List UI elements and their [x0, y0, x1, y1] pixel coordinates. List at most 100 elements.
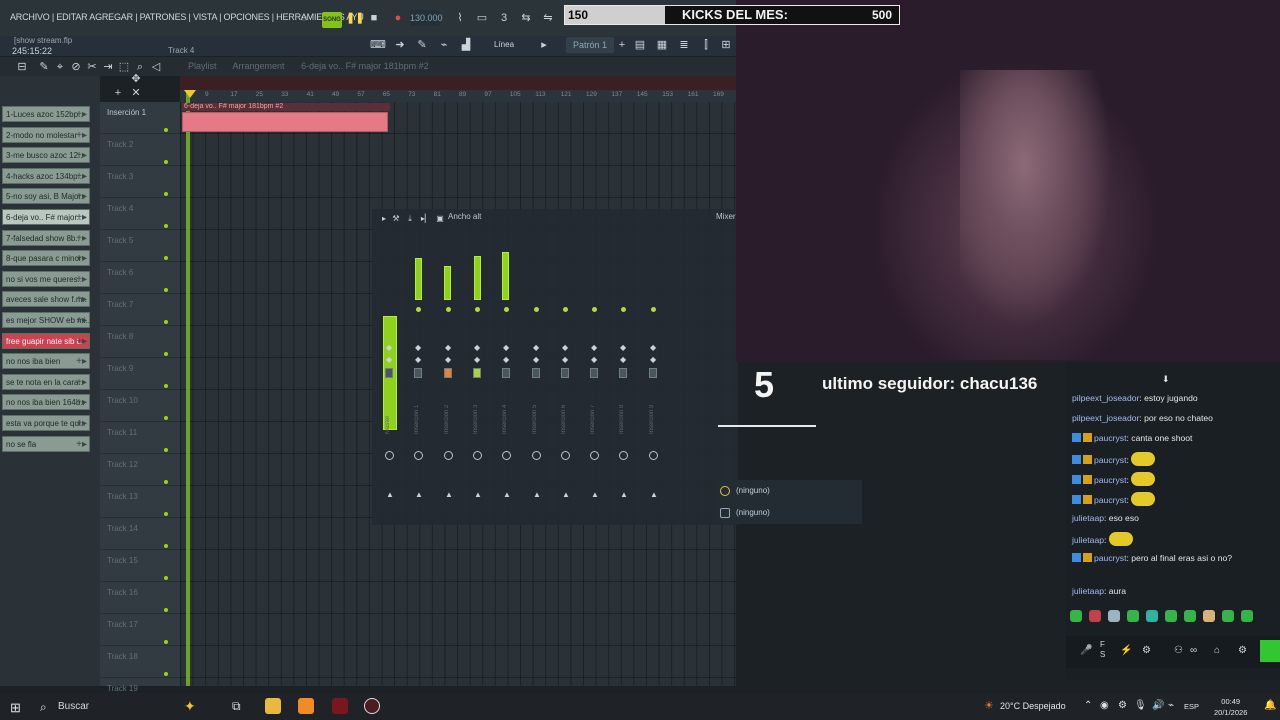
strip-fader[interactable] [619, 368, 627, 378]
strip-arrow-up-icon[interactable]: ◆ [445, 343, 451, 352]
strip-send-arrow-icon[interactable]: ▲ [445, 490, 453, 499]
emote-icon[interactable] [1241, 610, 1253, 622]
store-icon[interactable]: ⌂ [1214, 645, 1220, 656]
strip-arrow-down-icon[interactable]: ◆ [386, 355, 392, 364]
emote-icon[interactable] [1184, 610, 1196, 622]
stamp-icon[interactable]: ▟ [458, 38, 474, 52]
emote-icon[interactable] [1222, 610, 1234, 622]
strip-pan-dot[interactable] [651, 307, 656, 312]
emote-icon[interactable] [1108, 610, 1120, 622]
emote-icon[interactable] [1089, 610, 1101, 622]
strip-arrow-down-icon[interactable]: ◆ [474, 355, 480, 364]
track-header[interactable]: Track 15 [100, 550, 180, 582]
pattern-item[interactable]: no nos iba bien 164b.. +▸ [2, 394, 90, 411]
stop-icon[interactable]: ■ [366, 11, 382, 25]
strip-fader[interactable] [444, 368, 452, 378]
settings-icon[interactable]: ⚙ [1142, 645, 1151, 656]
strip-send-arrow-icon[interactable]: ▲ [620, 490, 628, 499]
strip-arrow-up-icon[interactable]: ◆ [415, 343, 421, 352]
track-header[interactable]: Track 17 [100, 614, 180, 646]
strip-route-icon[interactable] [385, 451, 394, 460]
timeline-ruler[interactable] [180, 76, 736, 90]
add-pattern-icon[interactable]: +▸ [76, 231, 87, 245]
bar-ruler[interactable] [180, 90, 736, 102]
add-pattern-icon[interactable]: +▸ [76, 148, 87, 162]
track-mute-dot[interactable] [164, 576, 168, 580]
add-pattern-icon[interactable]: +▸ [76, 128, 87, 142]
brush-icon[interactable]: ⌁ [436, 38, 452, 52]
tools-slip-icon[interactable]: ⇥ [100, 60, 116, 74]
emote-icon[interactable] [1165, 610, 1177, 622]
mic-icon[interactable]: 🎤 [1080, 645, 1092, 656]
send-slot-2[interactable]: (ninguno) [736, 508, 770, 517]
track-header[interactable]: Track 18 [100, 646, 180, 678]
add-pattern-icon[interactable]: +▸ [76, 210, 87, 224]
tools-delete-icon[interactable]: ⊘ [68, 60, 84, 74]
tools-mute-icon[interactable]: ✂ [84, 60, 100, 74]
track-header[interactable]: Track 11 [100, 422, 180, 454]
playlist-icon[interactable]: ▤ [632, 38, 648, 52]
step-edit-icon[interactable]: ⇆ [518, 11, 534, 25]
track-mute-dot[interactable] [164, 416, 168, 420]
network-icon[interactable]: ⌁ [1168, 700, 1174, 711]
record-icon[interactable]: ● [390, 11, 406, 25]
mixer-layout-label[interactable]: Ancho alt [448, 212, 481, 221]
strip-route-icon[interactable] [414, 451, 423, 460]
link-icon[interactable]: ∞ [1190, 645, 1197, 656]
pattern-item[interactable]: 1-Luces azoc 152bp.. +▸ [2, 106, 90, 122]
countdown-icon[interactable]: 3 [496, 11, 512, 25]
add-pattern-icon[interactable]: +▸ [76, 189, 87, 203]
wait-icon[interactable]: ▭ [474, 11, 490, 25]
taskbar-search[interactable]: Buscar [58, 701, 89, 712]
browser-icon[interactable]: ⊞ [718, 38, 734, 52]
loop-record-icon[interactable]: ⇋ [540, 11, 556, 25]
track-mute-dot[interactable] [164, 384, 168, 388]
pattern-item[interactable]: es mejor SHOW eb mi.. +▸ [2, 312, 90, 328]
pattern-item[interactable]: se te nota en la cara.. +▸ [2, 373, 90, 390]
pattern-item[interactable]: 7-falsedad show 8b.. +▸ [2, 229, 90, 246]
strip-fader[interactable] [473, 368, 481, 378]
strip-arrow-down-icon[interactable]: ◆ [503, 355, 509, 364]
copilot-icon[interactable]: ✦ [184, 698, 196, 715]
track-mute-dot[interactable] [164, 480, 168, 484]
strip-pan-dot[interactable] [621, 307, 626, 312]
track-header[interactable]: Track 3 [100, 166, 180, 198]
strip-arrow-up-icon[interactable]: ◆ [620, 343, 626, 352]
pattern-item[interactable]: 4-hacks azoc 134bp.. +▸ [2, 167, 90, 184]
track-mute-dot[interactable] [164, 256, 168, 260]
strip-fader[interactable] [502, 368, 510, 378]
mixer-icon[interactable]: ⫿ [698, 38, 714, 52]
emote-icon[interactable] [1070, 610, 1082, 622]
tray-settings-icon[interactable]: ⚙ [1118, 700, 1127, 711]
track-mute-dot[interactable] [164, 320, 168, 324]
pattern-item[interactable]: 2-modo no molestar +▸ [2, 126, 90, 143]
track-header[interactable]: Track 7 [100, 294, 180, 326]
output-slot-icon[interactable] [720, 508, 730, 518]
add-pattern-icon[interactable]: +▸ [76, 292, 87, 306]
arrow-right-icon[interactable]: ➜ [392, 38, 408, 52]
crumb-pattern[interactable]: 6-deja vo.. F# major 181bpm #2 [301, 61, 429, 71]
chat-username[interactable]: pilpeext_joseador [1072, 413, 1139, 423]
track-mute-dot[interactable] [164, 160, 168, 164]
mixer-layout-icon[interactable]: ▣ [432, 212, 448, 226]
strip-arrow-down-icon[interactable]: ◆ [415, 355, 421, 364]
strip-route-icon[interactable] [502, 451, 511, 460]
pattern-item[interactable]: no se fla +▸ [2, 435, 90, 452]
chat-send-button[interactable] [1260, 640, 1280, 662]
pattern-clip[interactable] [182, 112, 388, 132]
strip-fader[interactable] [561, 368, 569, 378]
add-pattern-icon[interactable]: + [614, 38, 630, 52]
track-mute-dot[interactable] [164, 224, 168, 228]
add-pattern-icon[interactable]: +▸ [76, 354, 87, 368]
strip-arrow-down-icon[interactable]: ◆ [591, 355, 597, 364]
chevron-right-icon[interactable]: ▸ [536, 38, 552, 52]
windows-start-icon[interactable]: ⊞ [10, 700, 21, 716]
chat-username[interactable]: paucryst [1094, 455, 1126, 465]
pattern-item[interactable]: 8-que pasara c minor +▸ [2, 250, 90, 267]
tray-app-icon[interactable]: ◉ [1100, 700, 1109, 711]
track-header[interactable]: Track 16 [100, 582, 180, 614]
strip-fader[interactable] [414, 368, 422, 378]
track-header[interactable]: Track 5 [100, 230, 180, 262]
obs-icon[interactable] [364, 698, 380, 714]
strip-send-arrow-icon[interactable]: ▲ [591, 490, 599, 499]
